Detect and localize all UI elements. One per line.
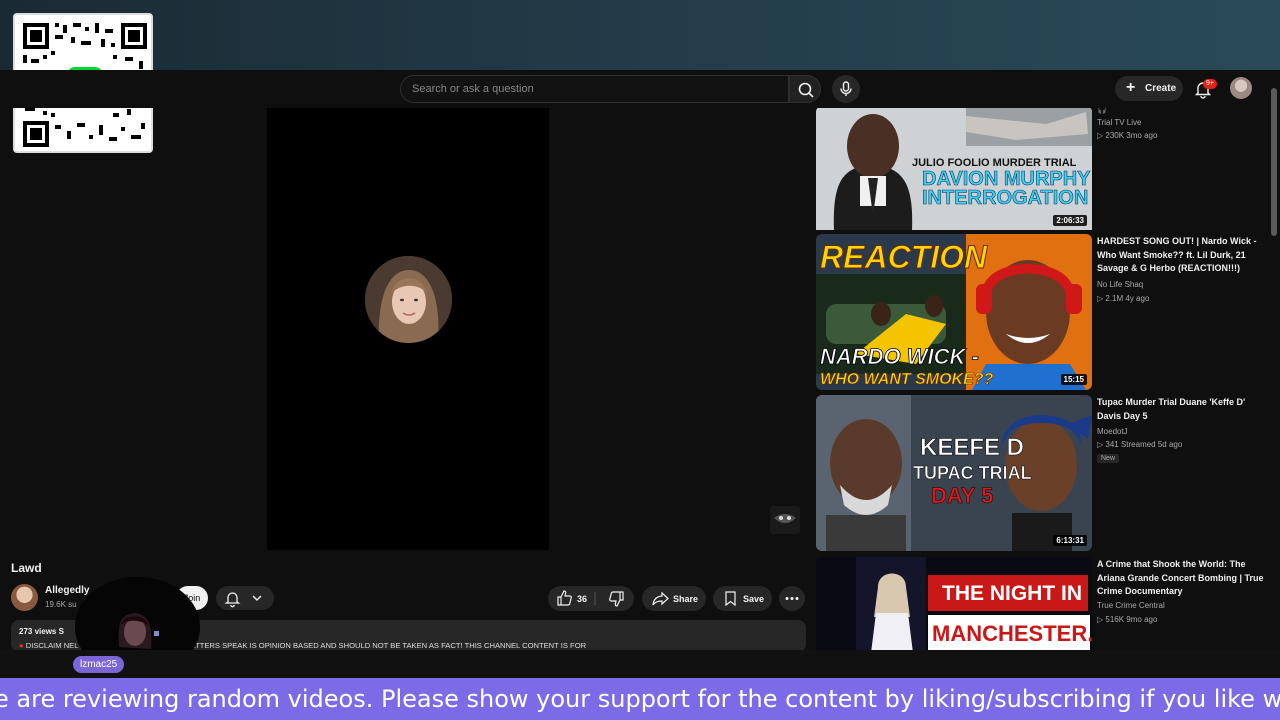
- share-icon: [652, 591, 669, 606]
- account-avatar[interactable]: [1230, 77, 1252, 99]
- more-actions-button[interactable]: [779, 586, 805, 611]
- duration-badge: 2:06:33: [1053, 215, 1087, 226]
- chevron-down-icon: [252, 595, 262, 601]
- duration-badge: 6:13:31: [1053, 535, 1087, 546]
- search-button[interactable]: [789, 75, 821, 103]
- video-title: A Crime that Shook the World: The Ariana…: [1097, 559, 1264, 596]
- thumb-line-2: TUPAC TRIAL: [913, 463, 1032, 483]
- video-thumbnail[interactable]: THE NIGHT IN MANCHESTER.: [816, 557, 1092, 650]
- subscribed-button[interactable]: [216, 586, 274, 610]
- video-title: Tupac Murder Trial Duane 'Keffe D' Davis…: [1097, 397, 1246, 421]
- share-button[interactable]: Share: [642, 586, 706, 611]
- video-thumbnail[interactable]: REACTION NARDO WICK - WHO WANT SMOKE?? 1…: [816, 234, 1092, 390]
- like-dislike-group: 36: [548, 586, 634, 611]
- video-meta: ▷ 2.1M 4y ago: [1097, 294, 1150, 303]
- channel-name: No Life Shaq: [1097, 280, 1144, 289]
- duration-badge: 15:15: [1060, 374, 1087, 385]
- avatar-portrait: [365, 256, 452, 343]
- video-meta: ▷ 516K 9mo ago: [1097, 615, 1158, 624]
- thumb-line-3: INTERROGATION: [922, 187, 1088, 209]
- channel-name: MoedotJ: [1097, 427, 1128, 436]
- microphone-icon: [840, 81, 852, 96]
- like-icon[interactable]: [548, 586, 634, 611]
- stream-top-band: [0, 0, 1280, 70]
- dislike-icon: [609, 591, 624, 607]
- page-scrollbar[interactable]: [1268, 70, 1280, 650]
- channel-watermark[interactable]: [770, 506, 800, 534]
- screen: $ Search or ask a question + Create 9+: [0, 0, 1280, 720]
- search-icon: [798, 82, 814, 98]
- watermark-icon: [774, 514, 796, 523]
- more-horizontal-icon: [785, 597, 799, 600]
- video-title: HARDEST SONG OUT! | Nardo Wick - Who Wan…: [1097, 236, 1257, 273]
- channel-name: Trial TV Live: [1097, 118, 1142, 127]
- video-meta: ▷ 230K 3mo ago: [1097, 131, 1158, 140]
- bell-icon: [224, 592, 262, 608]
- channel-name: True Crime Central: [1097, 601, 1165, 610]
- thumb-line-3: DAY 5: [931, 483, 993, 508]
- thumb-line-3: WHO WANT SMOKE??: [820, 371, 994, 388]
- related-video-card[interactable]: THE NIGHT IN MANCHESTER. A Crime that Sh…: [816, 557, 1266, 650]
- create-button[interactable]: + Create: [1115, 76, 1183, 101]
- streamer-avatar: [365, 256, 452, 343]
- related-video-card[interactable]: REACTION NARDO WICK - WHO WANT SMOKE?? 1…: [816, 234, 1266, 392]
- video-thumbnail[interactable]: KEEFE D TUPAC TRIAL DAY 5 6:13:31: [816, 395, 1092, 551]
- thumbnail-image: REACTION NARDO WICK - WHO WANT SMOKE??: [816, 234, 1092, 390]
- new-badge: New: [1097, 454, 1120, 463]
- related-videos: JULIO FOOLIO MURDER TRIAL DAVION MURPHY …: [816, 108, 1266, 650]
- channel-name[interactable]: Allegedly: [45, 585, 89, 596]
- thumbnail-image: KEEFE D TUPAC TRIAL DAY 5: [816, 395, 1092, 551]
- notification-count-badge: 9+: [1203, 79, 1217, 89]
- voice-search-button[interactable]: [832, 75, 860, 103]
- thumb-line-2: MANCHESTER.: [932, 621, 1092, 646]
- warning-icon: ●: [19, 641, 24, 650]
- bookmark-icon: [725, 591, 736, 607]
- channel-avatar[interactable]: [11, 584, 38, 611]
- like-count: 36: [577, 594, 588, 604]
- thumb-line-1: THE NIGHT IN: [942, 582, 1082, 605]
- scrollbar-thumb[interactable]: [1271, 88, 1277, 236]
- webcam-username-tag: lzmac25: [73, 656, 125, 673]
- ticker-text: e are reviewing random videos. Please sh…: [0, 685, 1280, 713]
- related-video-card[interactable]: KEEFE D TUPAC TRIAL DAY 5 6:13:31 Tupac …: [816, 395, 1266, 553]
- thumb-line-2: NARDO WICK -: [820, 344, 979, 369]
- save-button[interactable]: Save: [713, 586, 772, 611]
- scrolling-ticker: e are reviewing random videos. Please sh…: [0, 678, 1280, 720]
- video-title: Lawd: [11, 561, 42, 575]
- thumbnail-image: THE NIGHT IN MANCHESTER.: [816, 557, 1092, 650]
- thumb-line-1: KEEFE D: [920, 434, 1024, 461]
- headphones-icon: 🎧: [1097, 108, 1107, 114]
- search-input[interactable]: Search or ask a question: [400, 75, 789, 103]
- subscriber-count: 19.6K su: [45, 600, 77, 609]
- search-placeholder: Search or ask a question: [412, 83, 534, 95]
- plus-icon: +: [1126, 79, 1136, 96]
- view-count: 273 views S: [19, 627, 64, 636]
- bottom-gap: [0, 650, 1280, 678]
- thumbnail-image: JULIO FOOLIO MURDER TRIAL DAVION MURPHY …: [816, 108, 1092, 230]
- video-meta: ▷ 341 Streamed 5d ago: [1097, 440, 1183, 449]
- thumb-line-1: REACTION: [820, 239, 988, 275]
